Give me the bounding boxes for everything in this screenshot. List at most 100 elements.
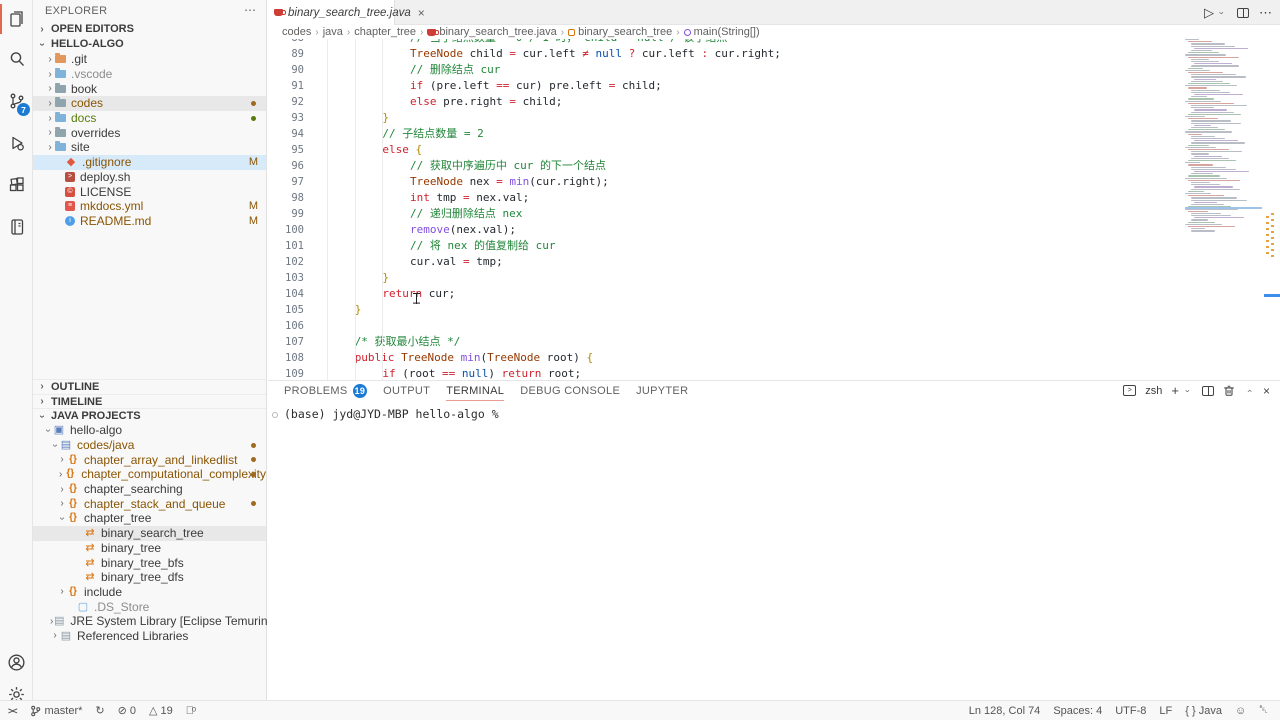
- code-line[interactable]: 89TreeNode child = cur.left ≠ null ? cur…: [268, 46, 1280, 62]
- maximize-panel-icon[interactable]: ›: [1244, 386, 1254, 396]
- new-terminal-icon[interactable]: +: [1171, 383, 1179, 398]
- remote-icon[interactable]: ><: [8, 706, 17, 716]
- tree-item-binary-tree-bfs[interactable]: ⇄binary_tree_bfs: [33, 555, 266, 570]
- code-line[interactable]: 100remove(nex.val);: [268, 222, 1280, 238]
- sync-icon[interactable]: ↻: [95, 704, 104, 717]
- panel-tab-debug-console[interactable]: DEBUG CONSOLE: [520, 381, 620, 401]
- ellipsis-icon[interactable]: ⋯: [244, 3, 256, 17]
- code-line[interactable]: 102cur.val = tmp;: [268, 254, 1280, 270]
- open-editors-header[interactable]: › OPEN EDITORS: [33, 22, 266, 37]
- breadcrumb-item[interactable]: binary_search_tree.java: [427, 26, 556, 38]
- tree-item-codes[interactable]: ›codes: [33, 96, 266, 111]
- breadcrumb-item[interactable]: java: [323, 26, 343, 38]
- search-icon[interactable]: [0, 42, 33, 76]
- breadcrumb-item[interactable]: chapter_tree: [354, 26, 416, 38]
- tree-item-binary-tree-dfs[interactable]: ⇄binary_tree_dfs: [33, 570, 266, 585]
- tree-item-chapter-array-and-linkedlist[interactable]: ›{}chapter_array_and_linkedlist: [33, 452, 266, 467]
- outline-section[interactable]: ›OUTLINE: [33, 379, 266, 394]
- breadcrumb-item[interactable]: binary_search_tree: [568, 26, 672, 38]
- close-panel-icon[interactable]: ×: [1263, 384, 1270, 398]
- split-terminal-icon[interactable]: [1202, 386, 1214, 396]
- code-line[interactable]: 98int tmp = nex.val;: [268, 190, 1280, 206]
- run-dropdown-icon[interactable]: ›: [1217, 8, 1227, 18]
- tree-item--vscode[interactable]: ›.vscode: [33, 67, 266, 82]
- warnings-icon[interactable]: △ 19: [149, 704, 173, 717]
- code-editor[interactable]: 88// 当子结点数量 = 0 / 1 时， child = null / 该子…: [268, 39, 1280, 380]
- terminal-prompt[interactable]: (base) jyd@JYD-MBP hello-algo %: [284, 407, 499, 421]
- tree-item-mkdocs-yml[interactable]: ≡mkdocs.ymlM: [33, 199, 266, 214]
- accounts-icon[interactable]: [0, 645, 33, 679]
- panel-tab-jupyter[interactable]: JUPYTER: [636, 381, 688, 401]
- notebook-icon[interactable]: [0, 210, 33, 244]
- more-actions-icon[interactable]: ⋯: [1259, 5, 1272, 21]
- code-line[interactable]: 101// 将 nex 的值复制给 cur: [268, 238, 1280, 254]
- tree-item--gitignore[interactable]: ◆.gitignoreM: [33, 155, 266, 170]
- tree-item-chapter-computational-complexity[interactable]: ›{}chapter_computational_complexity: [33, 467, 266, 482]
- panel-tab-terminal[interactable]: TERMINAL: [446, 381, 504, 401]
- tree-item-binary-search-tree[interactable]: ⇄binary_search_tree: [33, 526, 266, 541]
- code-line[interactable]: 103}: [268, 270, 1280, 286]
- tree-item-include[interactable]: ›{}include: [33, 585, 266, 600]
- branch-icon[interactable]: master*: [30, 705, 83, 717]
- breadcrumb-item[interactable]: main(String[]): [684, 26, 760, 38]
- status-utf-8[interactable]: UTF-8: [1115, 705, 1146, 717]
- tree-item-book[interactable]: ›book: [33, 81, 266, 96]
- code-line[interactable]: 92else pre.right = child;: [268, 94, 1280, 110]
- terminal-dropdown-icon[interactable]: ›: [1183, 386, 1193, 396]
- workspace-root-header[interactable]: › HELLO-ALGO: [33, 37, 266, 52]
- run-button[interactable]: ▷: [1204, 5, 1214, 21]
- tree-item--ds-store[interactable]: ▢.DS_Store: [33, 599, 266, 614]
- code-line[interactable]: 106: [268, 318, 1280, 334]
- kill-terminal-trash-icon[interactable]: [1223, 384, 1235, 397]
- code-line[interactable]: 88// 当子结点数量 = 0 / 1 时， child = null / 该子…: [268, 39, 1280, 46]
- close-icon[interactable]: ×: [418, 6, 425, 20]
- code-line[interactable]: 109if (root == null) return root;: [268, 366, 1280, 380]
- tree-item-chapter-tree[interactable]: ›{}chapter_tree: [33, 511, 266, 526]
- panel-tab-problems[interactable]: PROBLEMS19: [284, 381, 367, 401]
- tree-item-chapter-searching[interactable]: ›{}chapter_searching: [33, 482, 266, 497]
- errors-icon[interactable]: ⊘ 0: [118, 704, 136, 717]
- status-spaces-4[interactable]: Spaces: 4: [1053, 705, 1102, 717]
- code-line[interactable]: 97TreeNode nex = min(cur.right);: [268, 174, 1280, 190]
- code-line[interactable]: 91if (pre.left == cur) pre.left = child;: [268, 78, 1280, 94]
- code-line[interactable]: 105}: [268, 302, 1280, 318]
- code-line[interactable]: 93}: [268, 110, 1280, 126]
- status--java[interactable]: { } Java: [1185, 705, 1222, 717]
- tree-item-readme-md[interactable]: iREADME.mdM: [33, 214, 266, 229]
- breadcrumb-item[interactable]: codes: [282, 26, 311, 38]
- minimap[interactable]: [1185, 39, 1262, 380]
- tree-item-deploy-sh[interactable]: >deploy.sh: [33, 170, 266, 185]
- tree-item-docs[interactable]: ›docs: [33, 111, 266, 126]
- feedback-icon[interactable]: ☺: [1235, 705, 1246, 717]
- code-line[interactable]: 99// 递归删除结点 nex: [268, 206, 1280, 222]
- tree-item-codes-java[interactable]: ›▤codes/java: [33, 438, 266, 453]
- code-line[interactable]: 95else {: [268, 142, 1280, 158]
- code-line[interactable]: 90// 删除结点 cur: [268, 62, 1280, 78]
- tree-item-overrides[interactable]: ›overrides: [33, 125, 266, 140]
- split-editor-icon[interactable]: [1237, 8, 1249, 18]
- code-line[interactable]: 108public TreeNode min(TreeNode root) {: [268, 350, 1280, 366]
- tab-binary-search-tree[interactable]: binary_search_tree.java ×: [268, 0, 395, 25]
- code-line[interactable]: 107/* 获取最小结点 */: [268, 334, 1280, 350]
- tree-item-jre-system-library-eclipse-temurin-17-17-[interactable]: ›▤JRE System Library [Eclipse Temurin 17…: [33, 614, 266, 629]
- tree-item-binary-tree[interactable]: ⇄binary_tree: [33, 541, 266, 556]
- source-control-icon[interactable]: 7: [0, 84, 33, 118]
- status-lf[interactable]: LF: [1159, 705, 1172, 717]
- tree-item-license[interactable]: ©LICENSE: [33, 184, 266, 199]
- timeline-section[interactable]: ›TIMELINE: [33, 394, 266, 409]
- tree-item--git[interactable]: ›.git: [33, 52, 266, 67]
- status-ln-128-col-74[interactable]: Ln 128, Col 74: [969, 705, 1041, 717]
- code-line[interactable]: 94// 子结点数量 = 2: [268, 126, 1280, 142]
- bell-icon[interactable]: ␇: [1259, 704, 1268, 717]
- panel-tab-output[interactable]: OUTPUT: [383, 381, 430, 401]
- extensions-icon[interactable]: [0, 168, 33, 202]
- tree-item-chapter-stack-and-queue[interactable]: ›{}chapter_stack_and_queue: [33, 496, 266, 511]
- debug-status-icon[interactable]: ▷ͦ: [186, 705, 194, 717]
- shell-label[interactable]: zsh: [1145, 385, 1162, 397]
- tree-item-site[interactable]: ›site: [33, 140, 266, 155]
- code-line[interactable]: 96// 获取中序遍历中 cur 的下一个结点: [268, 158, 1280, 174]
- tree-item-referenced-libraries[interactable]: ›▤Referenced Libraries: [33, 629, 266, 644]
- java-projects-section[interactable]: ›JAVA PROJECTS: [33, 408, 266, 423]
- explorer-icon[interactable]: [0, 2, 33, 36]
- run-debug-icon[interactable]: [0, 126, 33, 160]
